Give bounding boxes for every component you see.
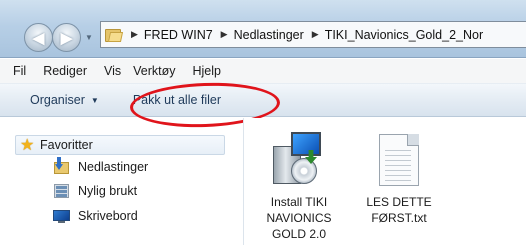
nav-item-downloads[interactable]: Nedlastinger: [53, 157, 149, 175]
nav-item-label: Nylig brukt: [78, 184, 138, 198]
menu-file[interactable]: Fil: [13, 64, 26, 78]
menu-bar: Fil Rediger Vis Verktøy Hjelp: [0, 59, 526, 83]
file-name: GOLD 2.0: [271, 227, 327, 241]
nav-favorites[interactable]: ★ Favoritter: [15, 135, 225, 155]
desktop-icon: [53, 208, 71, 224]
text-file-icon: [379, 134, 419, 186]
recent-pages-dropdown-icon[interactable]: ▼: [84, 33, 94, 43]
file-name: Install TIKI: [270, 195, 328, 209]
chevron-down-icon: ▼: [90, 95, 99, 105]
menu-help[interactable]: Hjelp: [193, 64, 222, 78]
breadcrumb-item[interactable]: Nedlastinger: [234, 28, 304, 42]
address-bar[interactable]: ▶ FRED WIN7 ▶ Nedlastinger ▶ TIKI_Navion…: [100, 21, 526, 48]
nav-favorites-label: Favoritter: [40, 138, 93, 152]
file-name: FØRST.txt: [371, 211, 427, 225]
file-name: NAVIONICS: [266, 211, 332, 225]
forward-button[interactable]: ▶: [52, 23, 81, 52]
installer-icon: [269, 130, 329, 190]
breadcrumb-item[interactable]: TIKI_Navionics_Gold_2_Nor: [325, 28, 483, 42]
breadcrumb-separator-icon[interactable]: ▶: [131, 29, 138, 40]
nav-item-label: Skrivebord: [78, 209, 138, 223]
breadcrumb-separator-icon[interactable]: ▶: [221, 29, 228, 40]
file-item-readme[interactable]: LES DETTE FØRST.txt: [354, 118, 444, 226]
file-name: LES DETTE: [366, 195, 432, 209]
folder-icon: [105, 27, 124, 43]
star-icon: ★: [20, 137, 35, 154]
menu-tools[interactable]: Verktøy: [133, 64, 175, 78]
forward-arrow-icon: ▶: [60, 29, 73, 47]
nav-item-label: Nedlastinger: [78, 160, 149, 174]
nav-item-recent[interactable]: Nylig brukt: [53, 183, 137, 199]
menu-view[interactable]: Vis: [104, 64, 121, 78]
organize-button[interactable]: Organiser ▼: [30, 93, 99, 107]
downloads-folder-icon: [53, 157, 71, 175]
back-button[interactable]: ◀: [24, 23, 53, 52]
navigation-pane: ★ Favoritter Nedlastinger Nylig brukt Sk…: [15, 128, 240, 245]
nav-item-desktop[interactable]: Skrivebord: [53, 208, 138, 224]
menu-edit[interactable]: Rediger: [43, 64, 87, 78]
file-item-installer[interactable]: Install TIKI NAVIONICS GOLD 2.0: [254, 118, 344, 242]
recent-places-icon: [53, 183, 71, 199]
breadcrumb-separator-icon[interactable]: ▶: [312, 29, 319, 40]
file-list: Install TIKI NAVIONICS GOLD 2.0 LES DETT…: [244, 118, 526, 245]
breadcrumb-item[interactable]: FRED WIN7: [144, 28, 213, 42]
explorer-titlebar: ◀ ▶ ▼ ▶ FRED WIN7 ▶ Nedlastinger ▶ TIKI_…: [0, 0, 526, 58]
extract-all-button[interactable]: Pakk ut alle filer: [133, 93, 221, 107]
organize-label: Organiser: [30, 93, 85, 107]
back-arrow-icon: ◀: [32, 29, 45, 47]
command-bar: Organiser ▼ Pakk ut alle filer: [0, 83, 526, 117]
